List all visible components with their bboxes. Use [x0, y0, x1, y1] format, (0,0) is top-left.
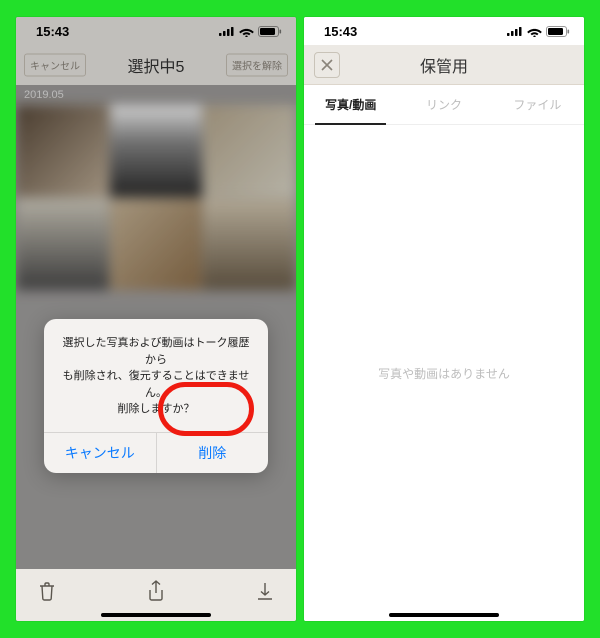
close-button[interactable] [314, 52, 340, 78]
status-time: 15:43 [324, 24, 357, 39]
trash-icon[interactable] [38, 581, 56, 601]
home-indicator [389, 613, 499, 617]
tab-links[interactable]: リンク [397, 85, 490, 124]
tab-files[interactable]: ファイル [491, 85, 584, 124]
dialog-line: 削除しますか？ [58, 401, 254, 418]
status-bar: 15:43 [304, 17, 584, 45]
empty-state: 写真や動画はありません [304, 125, 584, 621]
nav-bar: 保管用 [304, 45, 584, 85]
wifi-icon [527, 26, 542, 37]
page-title: 保管用 [420, 53, 468, 77]
tab-photos-videos[interactable]: 写真/動画 [304, 85, 397, 124]
dialog-delete-button[interactable]: 削除 [157, 433, 269, 473]
share-icon[interactable] [147, 580, 165, 602]
signal-icon [507, 26, 523, 36]
empty-state-text: 写真や動画はありません [378, 365, 510, 382]
dialog-message: 選択した写真および動画はトーク履歴から も削除され、復元することはできません。 … [44, 319, 268, 432]
dialog-buttons: キャンセル 削除 [44, 432, 268, 473]
dialog-line: も削除され、復元することはできません。 [58, 368, 254, 401]
confirm-dialog: 選択した写真および動画はトーク履歴から も削除され、復元することはできません。 … [44, 319, 268, 473]
battery-icon [546, 26, 570, 37]
phone-right: 15:43 保管用 写真/動画 リンク ファイル 写真や動画はありません [304, 17, 584, 621]
status-icons [507, 26, 570, 37]
dialog-cancel-button[interactable]: キャンセル [44, 433, 157, 473]
tab-bar: 写真/動画 リンク ファイル [304, 85, 584, 125]
phone-left: 15:43 キャンセル 選択中5 選択を解除 2019.05 選択した写真および… [16, 17, 296, 621]
download-icon[interactable] [256, 581, 274, 601]
dialog-line: 選択した写真および動画はトーク履歴から [58, 335, 254, 368]
home-indicator [101, 613, 211, 617]
close-icon [321, 59, 333, 71]
